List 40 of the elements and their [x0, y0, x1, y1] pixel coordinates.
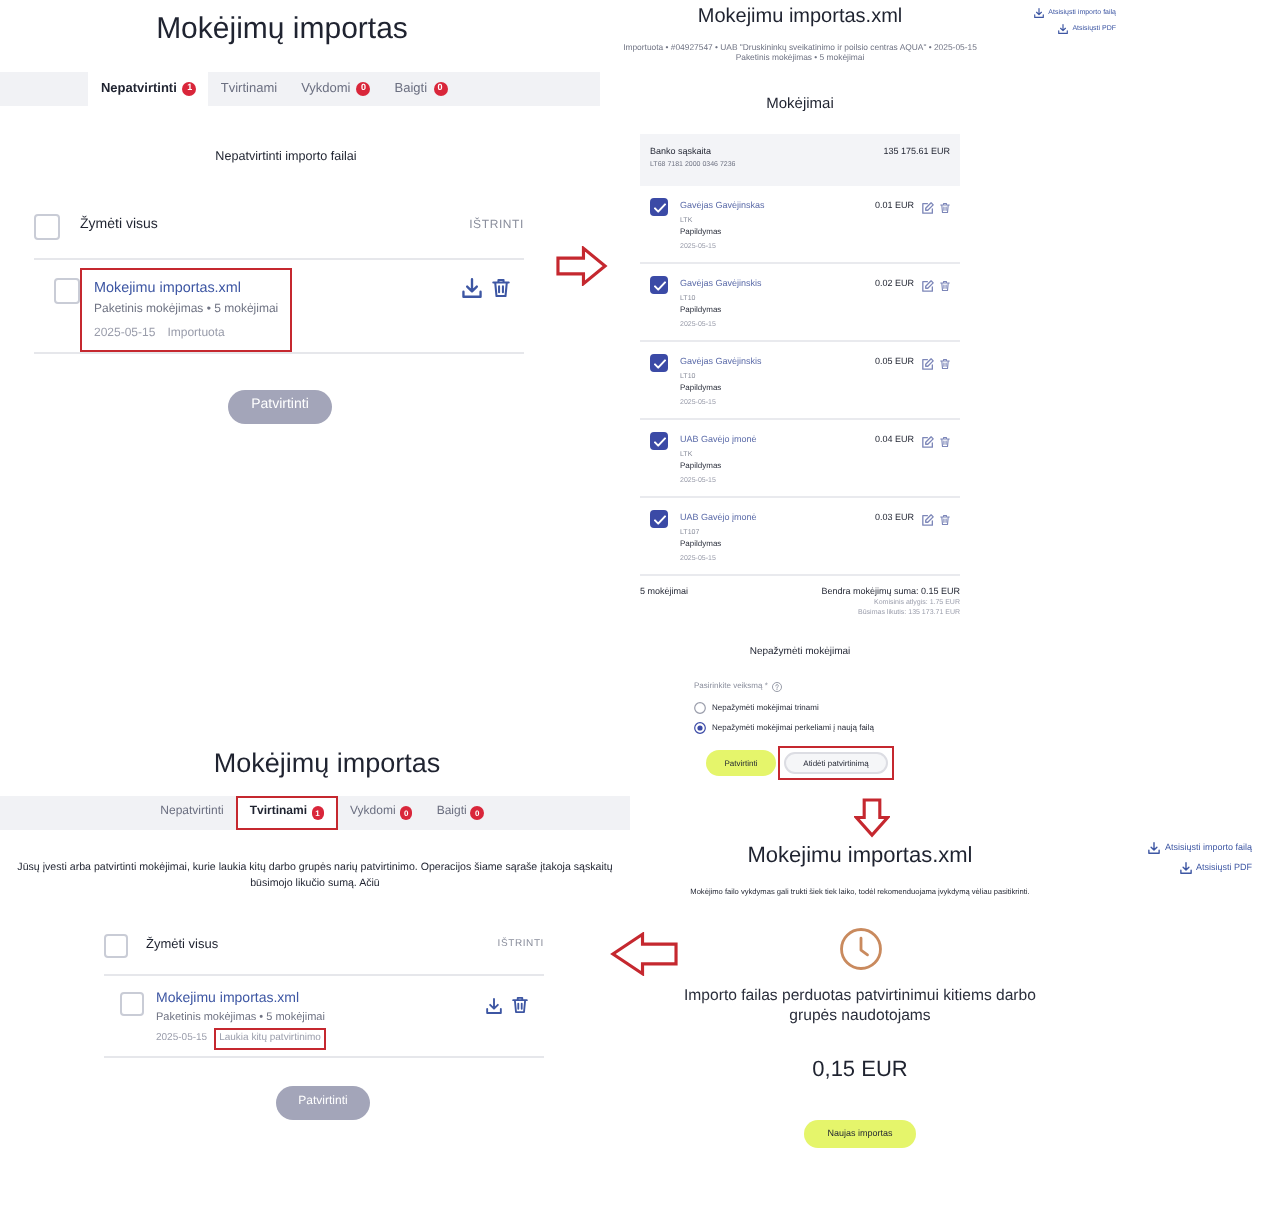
edit-icon[interactable] — [922, 279, 934, 291]
download-icon — [1058, 24, 1069, 34]
radio-button[interactable] — [694, 702, 706, 714]
check-icon — [653, 357, 665, 369]
annotation-arrow — [556, 246, 608, 286]
trash-icon[interactable] — [940, 435, 950, 447]
file-title: Mokejimu importas.xml — [747, 842, 973, 870]
download-icon — [1034, 8, 1045, 18]
edit-icon[interactable] — [922, 357, 934, 369]
file-title: Mokejimu importas.xml — [695, 4, 905, 32]
trash-icon[interactable] — [492, 278, 510, 298]
total-amount: 0,15 EUR — [812, 1056, 908, 1084]
annotation-arrow — [610, 932, 678, 976]
radio-button[interactable] — [694, 722, 706, 734]
check-icon — [653, 201, 665, 213]
check-icon — [653, 435, 665, 447]
checkbox[interactable] — [650, 432, 668, 450]
trash-icon[interactable] — [940, 279, 950, 291]
clock-icon — [839, 928, 881, 970]
checkbox[interactable] — [650, 198, 668, 216]
page-title: Mokėjimų importas — [154, 10, 410, 50]
trash-icon[interactable] — [940, 357, 950, 369]
checkbox[interactable] — [650, 510, 668, 528]
trash-icon[interactable] — [512, 996, 528, 1014]
download-icon — [1179, 862, 1192, 874]
edit-icon[interactable] — [922, 201, 934, 213]
annotation-arrow — [854, 798, 890, 838]
help-icon[interactable] — [771, 681, 782, 691]
page-title: Mokėjimų importas — [211, 746, 443, 782]
download-icon — [1148, 842, 1161, 854]
edit-icon[interactable] — [922, 435, 934, 447]
checkbox[interactable] — [650, 276, 668, 294]
trash-icon[interactable] — [940, 201, 950, 213]
check-icon — [653, 279, 665, 291]
check-icon — [653, 513, 665, 525]
trash-icon[interactable] — [940, 513, 950, 525]
edit-icon[interactable] — [922, 513, 934, 525]
download-icon[interactable] — [486, 997, 502, 1013]
download-icon[interactable] — [462, 278, 482, 298]
checkbox[interactable] — [650, 354, 668, 372]
